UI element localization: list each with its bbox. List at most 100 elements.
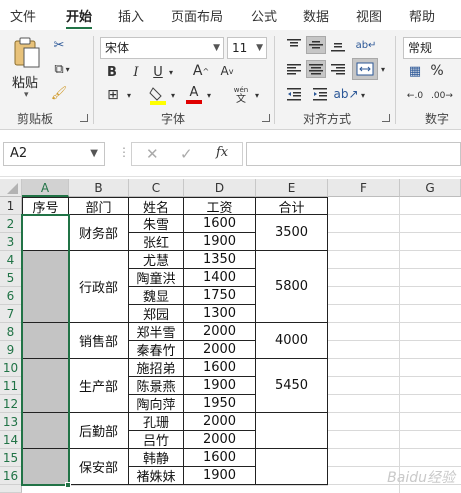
row-header-6[interactable]: 6 xyxy=(0,287,22,305)
header-cell-name[interactable]: 姓名 xyxy=(129,197,184,216)
tab-view[interactable]: 视图 xyxy=(356,6,382,25)
column-header-a[interactable]: A xyxy=(22,179,69,197)
paste-label[interactable]: 粘贴 xyxy=(12,72,38,91)
enter-icon[interactable]: ✓ xyxy=(180,145,193,163)
total-cell[interactable]: 5450 xyxy=(256,359,328,413)
row-header-4[interactable]: 4 xyxy=(0,251,22,269)
salary-cell[interactable]: 1600 xyxy=(184,449,256,467)
salary-cell[interactable]: 2000 xyxy=(184,341,256,359)
font-color-icon[interactable]: A xyxy=(184,84,204,106)
row-header-7[interactable]: 7 xyxy=(0,305,22,323)
salary-cell[interactable]: 1950 xyxy=(184,395,256,413)
row-header-12[interactable]: 12 xyxy=(0,395,22,413)
department-cell[interactable]: 销售部 xyxy=(69,323,129,359)
align-top-icon[interactable] xyxy=(284,36,304,54)
align-center-icon[interactable] xyxy=(306,60,326,78)
column-header-f[interactable]: F xyxy=(328,179,400,197)
department-cell[interactable]: 保安部 xyxy=(69,449,129,485)
phonetic-guide-icon[interactable]: wén 文 xyxy=(230,84,252,106)
department-cell[interactable]: 后勤部 xyxy=(69,413,129,449)
salary-cell[interactable]: 2000 xyxy=(184,413,256,431)
department-cell[interactable]: 财务部 xyxy=(69,215,129,251)
orientation-icon[interactable]: ab↗ xyxy=(333,84,358,104)
column-header-d[interactable]: D xyxy=(184,179,256,197)
increase-indent-icon[interactable] xyxy=(310,84,330,104)
salary-cell[interactable]: 1750 xyxy=(184,287,256,305)
row-header-2[interactable]: 2 xyxy=(0,215,22,233)
row-header-15[interactable]: 15 xyxy=(0,449,22,467)
empty-cells[interactable] xyxy=(328,197,461,493)
column-header-e[interactable]: E xyxy=(256,179,328,197)
row-header-13[interactable]: 13 xyxy=(0,413,22,431)
name-cell[interactable]: 陶童洪 xyxy=(129,269,184,287)
insert-function-icon[interactable]: fx xyxy=(216,145,228,160)
tab-home[interactable]: 开始 xyxy=(66,6,92,25)
row-header-10[interactable]: 10 xyxy=(0,359,22,377)
total-cell[interactable]: 4000 xyxy=(256,323,328,359)
fill-color-icon[interactable] xyxy=(148,84,168,106)
salary-cell[interactable]: 1400 xyxy=(184,269,256,287)
header-cell-total[interactable]: 合计 xyxy=(256,197,328,216)
total-cell[interactable]: 5800 xyxy=(256,251,328,323)
percent-style-icon[interactable]: % xyxy=(426,61,448,81)
department-cell[interactable]: 生产部 xyxy=(69,359,129,413)
index-cell-a13[interactable] xyxy=(22,413,69,449)
name-cell[interactable]: 孔珊 xyxy=(129,413,184,431)
cut-icon[interactable]: ✂ xyxy=(50,36,68,54)
name-cell[interactable]: 张红 xyxy=(129,233,184,251)
font-size-select[interactable]: 11 ▼ xyxy=(227,37,267,59)
fill-color-dropdown-icon[interactable]: ▾ xyxy=(168,86,178,104)
name-cell[interactable]: 施招弟 xyxy=(129,359,184,377)
name-cell[interactable]: 陶向萍 xyxy=(129,395,184,413)
row-header-17[interactable] xyxy=(0,485,22,493)
tab-page-layout[interactable]: 页面布局 xyxy=(171,6,223,25)
resize-handle-icon[interactable]: ⋮ xyxy=(118,145,130,159)
borders-dropdown-icon[interactable]: ▾ xyxy=(124,86,134,104)
tab-data[interactable]: 数据 xyxy=(303,6,329,25)
tab-help[interactable]: 帮助 xyxy=(409,6,435,25)
department-cell[interactable]: 行政部 xyxy=(69,251,129,323)
row-header-14[interactable]: 14 xyxy=(0,431,22,449)
index-cell-a4[interactable] xyxy=(22,251,69,323)
merge-center-icon[interactable] xyxy=(352,58,378,80)
total-cell[interactable] xyxy=(256,449,328,485)
bold-icon[interactable]: B xyxy=(104,63,120,81)
row-header-8[interactable]: 8 xyxy=(0,323,22,341)
underline-icon[interactable]: U xyxy=(150,63,166,81)
column-header-c[interactable]: C xyxy=(129,179,184,197)
column-header-b[interactable]: B xyxy=(69,179,129,197)
row-header-11[interactable]: 11 xyxy=(0,377,22,395)
name-cell[interactable]: 秦春竹 xyxy=(129,341,184,359)
decrease-decimal-icon[interactable]: .00→ xyxy=(430,86,454,106)
paste-icon[interactable] xyxy=(10,36,44,70)
name-cell[interactable]: 陈景燕 xyxy=(129,377,184,395)
salary-cell[interactable]: 1900 xyxy=(184,233,256,251)
select-all-corner[interactable] xyxy=(0,179,22,197)
decrease-indent-icon[interactable] xyxy=(284,84,304,104)
font-color-dropdown-icon[interactable]: ▾ xyxy=(204,86,214,104)
name-box[interactable]: A2 ▼ xyxy=(3,142,105,166)
borders-icon[interactable]: ⊞ xyxy=(102,86,124,104)
increase-font-icon[interactable]: A ^ xyxy=(192,61,210,81)
align-left-icon[interactable] xyxy=(284,60,304,78)
tab-insert[interactable]: 插入 xyxy=(118,6,144,25)
align-bottom-icon[interactable] xyxy=(328,36,348,54)
name-cell[interactable]: 褚姝妹 xyxy=(129,467,184,485)
index-cell-a8[interactable] xyxy=(22,323,69,359)
row-header-9[interactable]: 9 xyxy=(0,341,22,359)
row-header-5[interactable]: 5 xyxy=(0,269,22,287)
alignment-launcher-icon[interactable] xyxy=(382,114,390,122)
number-format-select[interactable]: 常规 xyxy=(403,37,461,59)
salary-cell[interactable]: 2000 xyxy=(184,323,256,341)
row-header-16[interactable]: 16 xyxy=(0,467,22,485)
row-header-1[interactable]: 1 xyxy=(0,197,22,215)
increase-decimal-icon[interactable]: ←.0 xyxy=(404,86,426,106)
salary-cell[interactable]: 1350 xyxy=(184,251,256,269)
salary-cell[interactable]: 1900 xyxy=(184,377,256,395)
align-right-icon[interactable] xyxy=(328,60,348,78)
name-cell[interactable]: 尤慧 xyxy=(129,251,184,269)
name-cell[interactable]: 朱雪 xyxy=(129,215,184,233)
paste-dropdown-icon[interactable]: ▾ xyxy=(24,90,29,100)
phonetic-dropdown-icon[interactable]: ▾ xyxy=(252,86,262,104)
salary-cell[interactable]: 1600 xyxy=(184,215,256,233)
